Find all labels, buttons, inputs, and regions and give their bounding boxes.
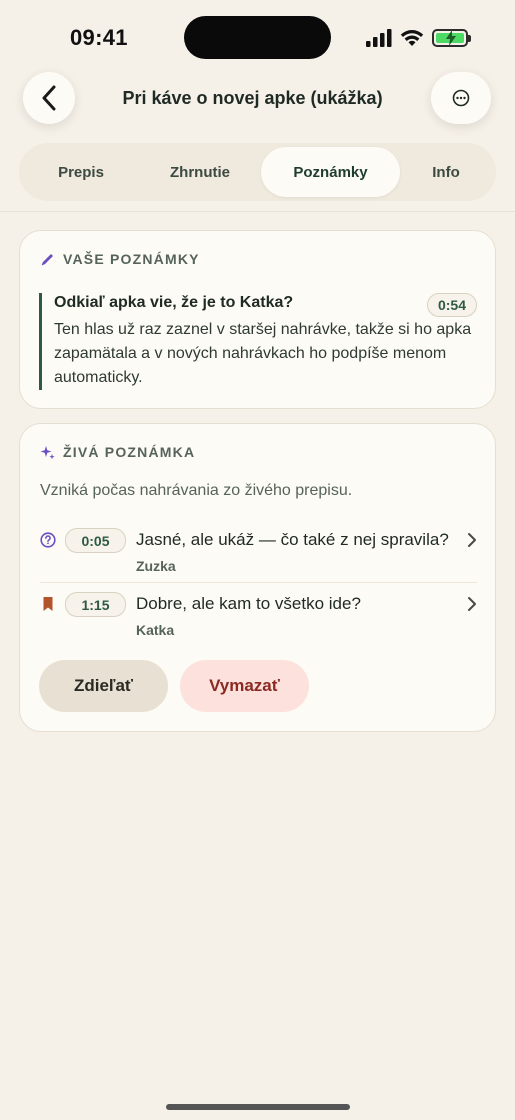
status-time: 09:41 — [70, 25, 128, 50]
item-timestamp[interactable]: 0:05 — [65, 528, 126, 553]
more-icon — [452, 89, 470, 107]
live-note-card: ŽIVÁ POZNÁMKA Vzniká počas nahrávania zo… — [19, 423, 496, 732]
list-divider — [40, 582, 477, 583]
note-body: Ten hlas už raz zaznel v staršej nahrávk… — [54, 321, 472, 386]
item-speaker: Katka — [136, 622, 175, 638]
sparkle-icon — [40, 445, 55, 459]
tab-poznamky[interactable]: Poznámky — [261, 147, 400, 197]
item-text: Dobre, ale kam to všetko ide? — [136, 594, 361, 613]
note-title: Odkiaľ apka vie, že je to Katka? — [54, 294, 294, 311]
page-title: Pri káve o novej apke (ukážka) — [122, 88, 383, 108]
tab-info[interactable]: Info — [400, 147, 492, 197]
chevron-right-icon — [468, 533, 476, 547]
live-note-actions: Zdieľať Vymazať — [39, 660, 309, 712]
delete-button[interactable]: Vymazať — [180, 660, 309, 712]
cellular-signal-icon — [366, 29, 392, 47]
chevron-right-icon — [468, 597, 476, 611]
pencil-icon — [41, 253, 53, 265]
bookmark-icon — [43, 597, 53, 611]
live-note-subtitle: Vzniká počas nahrávania zo živého prepis… — [40, 482, 353, 499]
status-icons — [366, 27, 471, 49]
question-icon — [40, 532, 56, 548]
item-timestamp[interactable]: 1:15 — [65, 592, 126, 617]
live-note-label: ŽIVÁ POZNÁMKA — [63, 444, 196, 460]
your-notes-header: VAŠE POZNÁMKY — [40, 251, 200, 267]
status-bar: 09:41 — [0, 0, 515, 70]
chevron-left-icon — [42, 85, 56, 111]
tab-bar: Prepis Zhrnutie Poznámky Info — [19, 143, 496, 201]
more-button[interactable] — [431, 72, 491, 124]
header-divider — [0, 211, 515, 212]
your-notes-card: VAŠE POZNÁMKY Odkiaľ apka vie, že je to … — [19, 230, 496, 409]
item-speaker: Zuzka — [136, 558, 176, 574]
live-note-header: ŽIVÁ POZNÁMKA — [40, 444, 195, 460]
dynamic-island — [184, 16, 331, 59]
tab-zhrnutie[interactable]: Zhrnutie — [139, 147, 261, 197]
note-timestamp[interactable]: 0:54 — [426, 293, 477, 317]
item-text: Jasné, ale ukáž — čo také z nej spravila… — [136, 530, 449, 549]
wifi-icon — [400, 30, 424, 46]
share-button[interactable]: Zdieľať — [39, 660, 168, 712]
your-notes-label: VAŠE POZNÁMKY — [63, 251, 200, 267]
home-indicator[interactable] — [166, 1104, 350, 1110]
tab-prepis[interactable]: Prepis — [23, 147, 139, 197]
list-item[interactable]: 1:15 Dobre, ale kam to všetko ide? Katka — [40, 592, 477, 648]
header: Pri káve o novej apke (ukážka) — [0, 72, 515, 126]
battery-icon — [432, 29, 471, 47]
back-button[interactable] — [23, 72, 75, 124]
note-item[interactable]: Odkiaľ apka vie, že je to Katka? 0:54 Te… — [39, 293, 477, 390]
list-item[interactable]: 0:05 Jasné, ale ukáž — čo také z nej spr… — [40, 528, 477, 584]
